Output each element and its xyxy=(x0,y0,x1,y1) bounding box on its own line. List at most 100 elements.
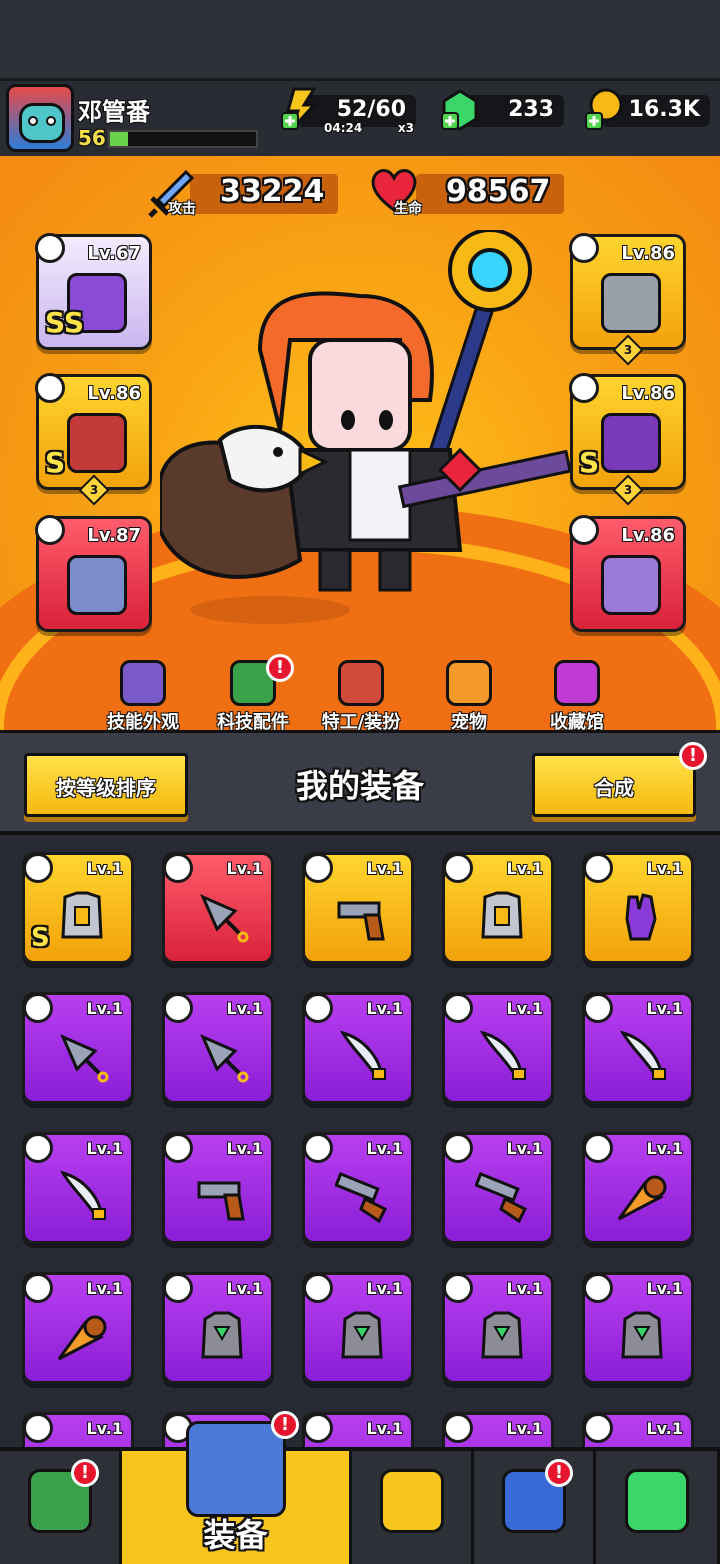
inventory-item[interactable]: Lv.1 xyxy=(582,1412,694,1447)
inventory-item[interactable]: Lv.1 xyxy=(302,992,414,1104)
item-level: Lv.1 xyxy=(86,1279,123,1298)
item-type-icon xyxy=(23,1413,53,1443)
inventory-item[interactable]: Lv.1 xyxy=(302,852,414,964)
equipment-icon xyxy=(185,1421,286,1517)
pet-icon xyxy=(446,660,492,706)
inventory-item[interactable]: Lv.1 xyxy=(442,1412,554,1447)
tab-equipment[interactable]: 装备! xyxy=(122,1411,352,1564)
equip-slot-belt[interactable]: Lv.86 S 3 xyxy=(569,373,686,506)
menu-label: 宠物 xyxy=(451,712,487,733)
player-level: 56 xyxy=(78,126,106,150)
inventory-item[interactable]: Lv.1 xyxy=(22,992,134,1104)
inventory-item[interactable]: Lv.1 xyxy=(22,1412,134,1447)
inventory-item[interactable]: Lv.1 xyxy=(442,852,554,964)
star-count: 3 xyxy=(623,343,633,357)
drill-icon xyxy=(615,1169,669,1223)
equip-slot-gloves[interactable]: Lv.87 xyxy=(35,515,152,632)
inventory-item[interactable]: Lv.1 xyxy=(162,1272,274,1384)
item-level: Lv.1 xyxy=(86,859,123,878)
tab-alert-badge: ! xyxy=(71,1459,99,1487)
xp-bar xyxy=(108,130,258,148)
item-level: Lv.1 xyxy=(646,1279,683,1298)
menu-label: 技能外观 xyxy=(107,712,179,733)
inventory-item[interactable]: Lv.1 xyxy=(302,1132,414,1244)
gem-plus-icon[interactable] xyxy=(440,87,480,131)
inventory-item[interactable]: Lv.1 xyxy=(302,1272,414,1384)
equip-slot-boots[interactable]: Lv.86 xyxy=(569,515,686,632)
energy-timer: 04:24 xyxy=(324,121,363,135)
tab-battle[interactable] xyxy=(352,1451,474,1564)
inventory-item[interactable]: Lv.1 xyxy=(582,852,694,964)
item-type-icon xyxy=(303,1133,333,1163)
menu-skill-skin[interactable]: 技能外观 xyxy=(88,660,198,734)
coin-counter[interactable]: 16.3K xyxy=(585,88,710,130)
item-level: Lv.1 xyxy=(506,1279,543,1298)
item-level: Lv.1 xyxy=(86,1419,123,1438)
hero-character[interactable] xyxy=(160,230,580,630)
player-avatar[interactable] xyxy=(6,84,74,152)
tab-evolution[interactable] xyxy=(596,1451,720,1564)
item-type-icon xyxy=(583,1133,613,1163)
tab-shop[interactable]: ! xyxy=(0,1451,122,1564)
item-type-icon xyxy=(303,1413,333,1443)
equip-slot-weapon[interactable]: Lv.67 SS xyxy=(35,233,152,350)
drill-icon xyxy=(55,1309,109,1363)
avatar-face xyxy=(19,103,65,143)
inventory-item[interactable]: Lv.1 xyxy=(162,992,274,1104)
inventory-item[interactable]: Lv.1 xyxy=(582,1272,694,1384)
energy-plus-icon[interactable] xyxy=(280,87,320,131)
menu-pet[interactable]: 宠物 xyxy=(414,660,524,734)
item-type-icon xyxy=(583,1413,613,1443)
coin-plus-icon[interactable] xyxy=(584,87,624,131)
necklace-icon xyxy=(67,413,127,473)
inventory-item[interactable]: Lv.1 xyxy=(22,1272,134,1384)
inventory-item[interactable]: Lv.1 xyxy=(442,992,554,1104)
gem-counter[interactable]: 233 xyxy=(441,89,564,131)
energy-value: 52/60 xyxy=(336,97,406,122)
avatar-eye-right xyxy=(46,116,56,126)
menu-collection[interactable]: 收藏馆 xyxy=(522,660,632,734)
boots-type-icon xyxy=(569,515,599,545)
inventory-item[interactable]: Lv.1 S xyxy=(22,852,134,964)
item-type-icon xyxy=(23,1133,53,1163)
inventory-item[interactable]: Lv.1 xyxy=(162,852,274,964)
armor-type-icon xyxy=(569,233,599,263)
equip-level: Lv.86 xyxy=(621,383,675,404)
item-level: Lv.1 xyxy=(646,1139,683,1158)
agent-outfit-icon xyxy=(338,660,384,706)
equip-slot-necklace[interactable]: Lv.86 S 3 xyxy=(35,373,152,506)
merge-button-label: 合成 xyxy=(594,776,634,800)
equip-level: Lv.86 xyxy=(87,383,141,404)
item-level: Lv.1 xyxy=(646,1419,683,1438)
item-type-icon xyxy=(443,1413,473,1443)
inventory-item[interactable]: Lv.1 xyxy=(302,1412,414,1447)
menu-tech-parts[interactable]: 科技配件! xyxy=(198,654,308,734)
rank-label: S xyxy=(579,446,600,479)
item-type-icon xyxy=(583,853,613,883)
energy-counter[interactable]: 52/60 04:24 x3 xyxy=(281,87,416,135)
player-name: 邓管番 xyxy=(78,98,150,126)
equip-slot-armor[interactable]: Lv.86 3 xyxy=(569,233,686,366)
avatar-eye-left xyxy=(28,116,38,126)
inventory-item[interactable]: Lv.1 xyxy=(442,1132,554,1244)
item-type-icon xyxy=(443,993,473,1023)
item-level: Lv.1 xyxy=(366,1419,403,1438)
item-type-icon xyxy=(303,853,333,883)
merge-button[interactable]: 合成 ! xyxy=(532,742,707,817)
inventory-item[interactable]: Lv.1 xyxy=(582,1132,694,1244)
item-type-icon xyxy=(23,853,53,883)
tab-talents[interactable]: ! xyxy=(474,1451,596,1564)
star-count: 3 xyxy=(623,483,633,497)
inventory-item[interactable]: Lv.1 xyxy=(22,1132,134,1244)
menu-agent-outfit[interactable]: 特工/装扮 xyxy=(306,660,416,734)
inventory-item[interactable]: Lv.1 xyxy=(582,992,694,1104)
sword-icon xyxy=(475,1029,529,1083)
menu-label: 特工/装扮 xyxy=(321,712,401,733)
equip-level: Lv.86 xyxy=(621,525,675,546)
inventory-item[interactable]: Lv.1 xyxy=(162,1132,274,1244)
inventory-item[interactable]: Lv.1 xyxy=(442,1272,554,1384)
tab-alert-badge: ! xyxy=(545,1459,573,1487)
coin-value: 16.3K xyxy=(628,97,700,122)
kunai-icon xyxy=(195,1029,249,1083)
item-level: Lv.1 xyxy=(646,859,683,878)
